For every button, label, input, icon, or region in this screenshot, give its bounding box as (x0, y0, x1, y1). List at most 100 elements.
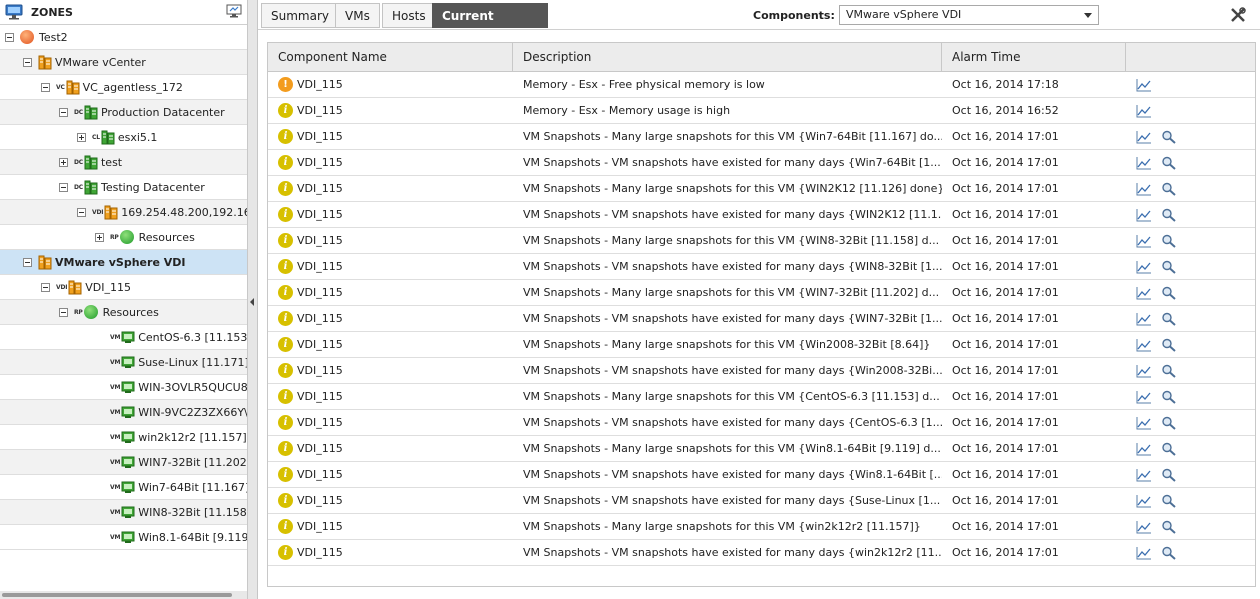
tree-node[interactable]: VC VC_agentless_172 (0, 75, 247, 100)
header-component-name[interactable]: Component Name (268, 43, 513, 72)
tree-node[interactable]: VMware vSphere VDI (0, 250, 247, 275)
table-row[interactable]: i VDI_115 VM Snapshots - Many large snapsh… (268, 228, 1255, 254)
collapse-icon[interactable] (5, 32, 14, 42)
search-icon[interactable] (1161, 468, 1177, 482)
table-row[interactable]: i VDI_115 VM Snapshots - VM snapshots have… (268, 254, 1255, 280)
graph-icon[interactable] (1136, 494, 1152, 508)
search-icon[interactable] (1161, 312, 1177, 326)
expand-icon[interactable] (95, 232, 104, 242)
collapse-icon[interactable] (23, 57, 32, 67)
graph-icon[interactable] (1136, 156, 1152, 170)
tree-node[interactable]: DC Testing Datacenter (0, 175, 247, 200)
expand-icon[interactable] (59, 157, 68, 167)
table-row[interactable]: i VDI_115 VM Snapshots - VM snapshots have… (268, 462, 1255, 488)
table-row[interactable]: i VDI_115 VM Snapshots - Many large snapsh… (268, 436, 1255, 462)
components-select[interactable]: VMware vSphere VDI (839, 5, 1099, 25)
tree-node[interactable]: DC test (0, 150, 247, 175)
search-icon[interactable] (1161, 442, 1177, 456)
table-row[interactable]: i VDI_115 VM Snapshots - Many large snapsh… (268, 124, 1255, 150)
search-icon[interactable] (1161, 390, 1177, 404)
search-icon[interactable] (1161, 234, 1177, 248)
table-row[interactable]: i VDI_115 VM Snapshots - VM snapshots have… (268, 358, 1255, 384)
tree-node[interactable]: DC Production Datacenter (0, 100, 247, 125)
table-row[interactable]: i VDI_115 VM Snapshots - Many large snapsh… (268, 514, 1255, 540)
table-row[interactable]: i VDI_115 VM Snapshots - VM snapshots have… (268, 306, 1255, 332)
graph-icon[interactable] (1136, 78, 1152, 92)
table-row[interactable]: i VDI_115 VM Snapshots - VM snapshots have… (268, 410, 1255, 436)
search-icon[interactable] (1161, 338, 1177, 352)
graph-icon[interactable] (1136, 546, 1152, 560)
collapse-icon[interactable] (59, 107, 68, 117)
tab-summary[interactable]: Summary (261, 3, 339, 28)
graph-icon[interactable] (1136, 130, 1152, 144)
table-row[interactable]: i VDI_115 Memory - Esx - Memory usage is h… (268, 98, 1255, 124)
search-icon[interactable] (1161, 416, 1177, 430)
search-icon[interactable] (1161, 494, 1177, 508)
table-row[interactable]: i VDI_115 VM Snapshots - VM snapshots have… (268, 150, 1255, 176)
graph-icon[interactable] (1136, 260, 1152, 274)
tree-node[interactable]: Test2 (0, 25, 247, 50)
graph-icon[interactable] (1136, 182, 1152, 196)
graph-icon[interactable] (1136, 312, 1152, 326)
search-icon[interactable] (1161, 364, 1177, 378)
table-row[interactable]: i VDI_115 VM Snapshots - VM snapshots have… (268, 488, 1255, 514)
tree-node[interactable]: VM WIN-9VC2Z3ZX66Y\Administrator (0, 400, 247, 425)
tree-node[interactable]: CL esxi5.1 (0, 125, 247, 150)
graph-icon[interactable] (1136, 520, 1152, 534)
search-icon[interactable] (1161, 182, 1177, 196)
search-icon[interactable] (1161, 156, 1177, 170)
graph-icon[interactable] (1136, 208, 1152, 222)
table-row[interactable]: i VDI_115 VM Snapshots - VM snapshots have… (268, 540, 1255, 566)
monitor-icon[interactable] (226, 4, 242, 18)
collapse-icon[interactable] (59, 307, 68, 317)
search-icon[interactable] (1161, 286, 1177, 300)
tree-node[interactable]: RP Resources (0, 300, 247, 325)
graph-icon[interactable] (1136, 442, 1152, 456)
tab-vms[interactable]: VMs (335, 3, 380, 28)
collapse-icon[interactable] (77, 207, 86, 217)
graph-icon[interactable] (1136, 286, 1152, 300)
table-row[interactable]: i VDI_115 VM Snapshots - Many large snapsh… (268, 176, 1255, 202)
collapse-arrow-icon[interactable] (250, 298, 254, 306)
tree-node[interactable]: VMware vCenter (0, 50, 247, 75)
panel-splitter[interactable] (248, 0, 258, 599)
table-row[interactable]: i VDI_115 VM Snapshots - Many large snapsh… (268, 384, 1255, 410)
table-row[interactable]: i VDI_115 VM Snapshots - Many large snapsh… (268, 280, 1255, 306)
collapse-icon[interactable] (59, 182, 68, 192)
tree-node[interactable]: VDI VDI_115 (0, 275, 247, 300)
graph-icon[interactable] (1136, 338, 1152, 352)
scrollbar-thumb[interactable] (2, 593, 232, 597)
tree-node[interactable]: VM win2k12r2 [11.157] (0, 425, 247, 450)
tree-node[interactable]: VM WIN-3OVLR5QUCU8\Administrator (0, 375, 247, 400)
tree-horizontal-scrollbar[interactable] (0, 591, 247, 599)
tab-current-events[interactable]: Current Events (432, 3, 548, 48)
tree-node[interactable]: VM CentOS-6.3 [11.153] done (0, 325, 247, 350)
collapse-icon[interactable] (41, 82, 50, 92)
tree-node[interactable]: VM Win7-64Bit [11.167] done (0, 475, 247, 500)
search-icon[interactable] (1161, 520, 1177, 534)
header-alarm-time[interactable]: Alarm Time (942, 43, 1126, 72)
tree-node[interactable]: VM WIN7-32Bit [11.202] done (0, 450, 247, 475)
tree-node[interactable]: VM WIN8-32Bit [11.158] done (0, 500, 247, 525)
search-icon[interactable] (1161, 546, 1177, 560)
tree-node[interactable]: VM Suse-Linux [11.171] done (0, 350, 247, 375)
search-icon[interactable] (1161, 130, 1177, 144)
search-icon[interactable] (1161, 208, 1177, 222)
tree-node[interactable]: RP Resources (0, 225, 247, 250)
graph-icon[interactable] (1136, 364, 1152, 378)
collapse-icon[interactable] (23, 257, 32, 267)
table-row[interactable]: ! VDI_115 Memory - Esx - Free physical mem… (268, 72, 1255, 98)
collapse-icon[interactable] (41, 282, 50, 292)
graph-icon[interactable] (1136, 234, 1152, 248)
tools-close-icon[interactable] (1229, 6, 1247, 24)
header-description[interactable]: Description (513, 43, 942, 72)
table-row[interactable]: i VDI_115 VM Snapshots - Many large snapsh… (268, 332, 1255, 358)
graph-icon[interactable] (1136, 390, 1152, 404)
graph-icon[interactable] (1136, 468, 1152, 482)
search-icon[interactable] (1161, 260, 1177, 274)
expand-icon[interactable] (77, 132, 86, 142)
tab-hosts[interactable]: Hosts (382, 3, 436, 28)
tree-node[interactable]: VM Win8.1-64Bit [9.119] done (0, 525, 247, 550)
tree-node[interactable]: VDI 169.254.48.200,192.168. (0, 200, 247, 225)
graph-icon[interactable] (1136, 104, 1152, 118)
